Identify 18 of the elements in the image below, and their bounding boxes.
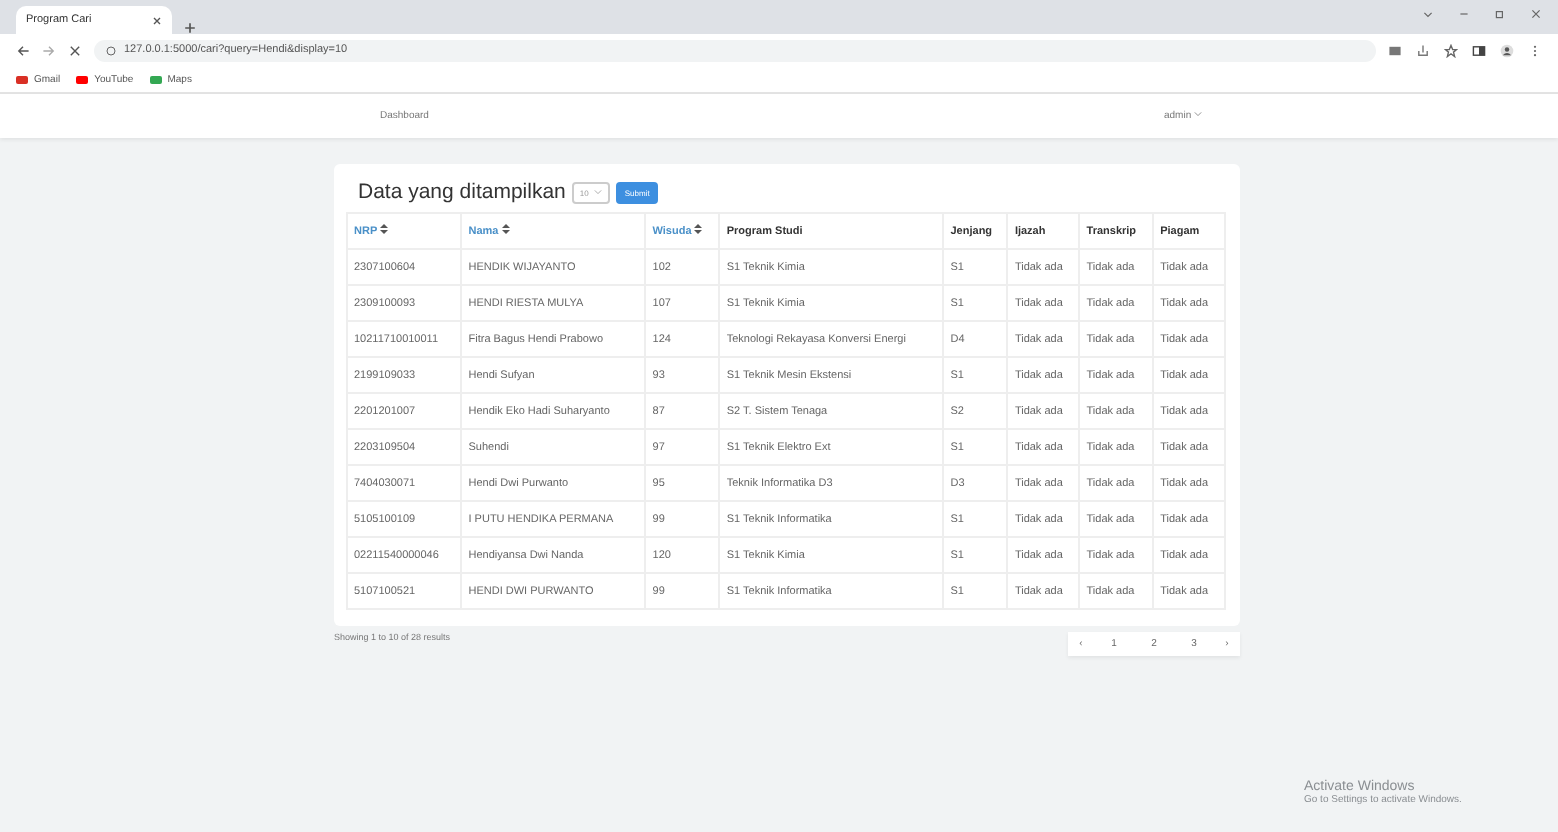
profile-icon[interactable]	[1500, 43, 1514, 57]
menu-icon[interactable]	[1528, 43, 1542, 57]
close-icon[interactable]	[1530, 7, 1542, 19]
sort-icon[interactable]	[501, 224, 510, 234]
star-icon[interactable]	[1444, 43, 1458, 57]
sidebar-icon[interactable]	[1472, 43, 1486, 57]
sort-icon[interactable]	[694, 224, 703, 234]
close-icon[interactable]	[152, 15, 162, 25]
info-icon	[106, 45, 116, 55]
card-title: Data yang ditampilkan	[358, 180, 566, 204]
stop-icon[interactable]	[68, 43, 82, 57]
chevron-icon[interactable]	[1422, 7, 1434, 19]
sort-icon[interactable]	[380, 224, 389, 234]
restore-icon[interactable]	[1494, 7, 1506, 19]
share-icon[interactable]	[1416, 43, 1430, 57]
new-tab-icon[interactable]	[184, 22, 196, 34]
caret-icon	[594, 188, 603, 196]
back-icon[interactable]	[16, 43, 30, 57]
